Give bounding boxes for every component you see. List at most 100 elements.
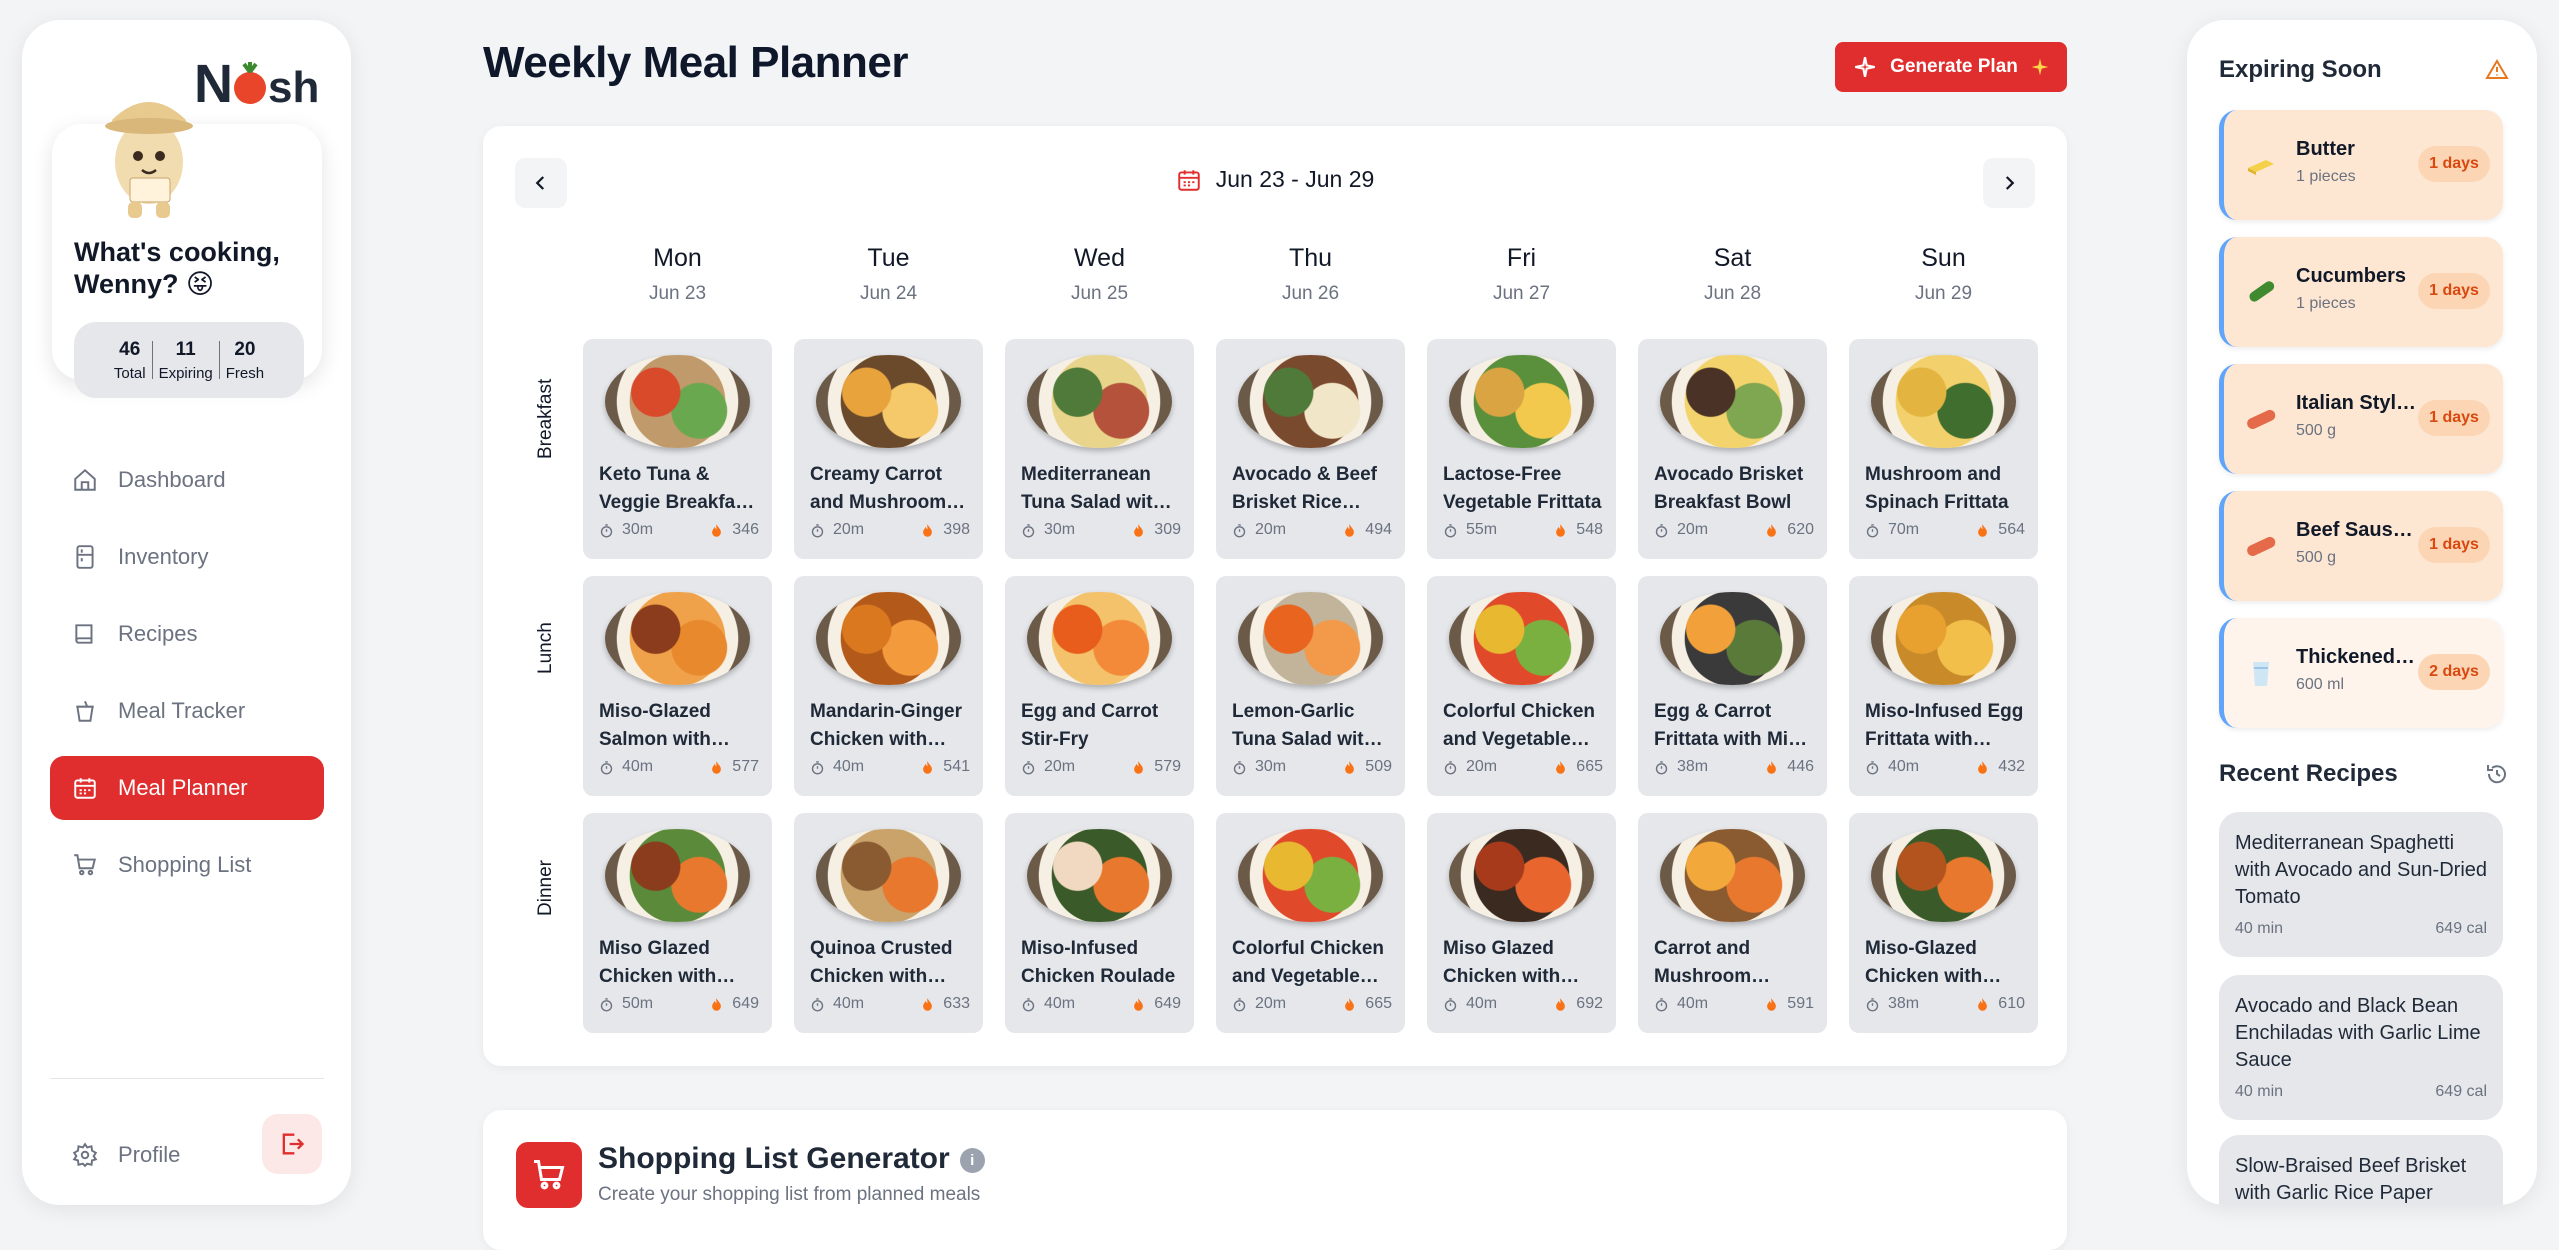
info-icon[interactable]: i (959, 1147, 985, 1173)
recent-recipe-card[interactable]: Avocado and Black Bean Enchiladas with G… (2219, 975, 2503, 1120)
calories-icon (1978, 997, 1988, 1011)
calories-icon (1556, 997, 1566, 1011)
meal-name: Miso-Infused Chicken Roulade (1021, 938, 1176, 987)
meal-card[interactable]: Mediterranean Tuna Salad with Avocado 30… (1005, 339, 1194, 559)
meal-meta: 38m 610 (1865, 995, 2025, 1013)
expiring-item[interactable]: Cucumbers 1 pieces 1 days (2219, 237, 2503, 347)
day-header-thu: Thu Jun 26 (1216, 244, 1405, 305)
meal-time: 40m (1865, 758, 1919, 776)
meal-card[interactable]: Lemon-Garlic Tuna Salad with Carrots 30m… (1216, 576, 1405, 796)
meal-card[interactable]: Miso-Infused Egg Frittata with Carrots 4… (1849, 576, 2038, 796)
svg-text:N: N (194, 54, 233, 114)
meal-time-value: 20m (1677, 521, 1709, 538)
timer-icon (811, 760, 824, 774)
meal-time-value: 30m (1255, 758, 1287, 775)
timer-icon (1655, 760, 1668, 774)
recipe-calories: 649 cal (2435, 920, 2487, 937)
right-panel: Expiring Soon Butter 1 pieces 1 days Cuc… (2187, 20, 2537, 1205)
book-icon (75, 624, 93, 644)
timer-icon (1233, 523, 1246, 537)
meal-card[interactable]: Carrot and Mushroom Frittata 40m 591 (1638, 813, 1827, 1033)
recipe-time: 40 min (2235, 920, 2284, 937)
meal-card[interactable]: Miso Glazed Chicken with Carrots 40m 692 (1427, 813, 1616, 1033)
chevron-right-icon (2005, 176, 2015, 190)
meal-card[interactable]: Egg and Carrot Stir-Fry 20m 579 (1005, 576, 1194, 796)
timer-icon (600, 997, 613, 1011)
meal-card[interactable]: Colorful Chicken and Vegetable Stir-Fry … (1427, 576, 1616, 796)
recipe-calories: 649 cal (2435, 1083, 2487, 1100)
meal-calories: 579 (1131, 758, 1181, 776)
shopping-title-text: Shopping List Generator (598, 1142, 950, 1175)
svg-text:sh: sh (268, 63, 319, 112)
meal-card[interactable]: Miso-Glazed Salmon with Carrot Puree 40m… (583, 576, 772, 796)
meal-photo (1027, 829, 1172, 922)
meal-calories: 577 (709, 758, 759, 776)
meal-time: 55m (1443, 521, 1497, 539)
meal-calories: 541 (920, 758, 970, 776)
meal-calories: 509 (1342, 758, 1392, 776)
nav-meal-tracker[interactable]: Meal Tracker (50, 679, 324, 743)
meal-calories: 432 (1975, 758, 2025, 776)
meal-card[interactable]: Avocado & Beef Brisket Rice Bowl 20m 494 (1216, 339, 1405, 559)
meal-calories-value: 309 (1154, 521, 1181, 538)
meal-card[interactable]: Quinoa Crusted Chicken with Carrots 40m … (794, 813, 983, 1033)
meal-card[interactable]: Mushroom and Spinach Frittata 70m 564 (1849, 339, 2038, 559)
logout-button[interactable] (262, 1114, 322, 1174)
meal-card[interactable]: Egg & Carrot Frittata with Miso Sauce 38… (1638, 576, 1827, 796)
meal-name: Quinoa Crusted Chicken with Carrots (810, 938, 953, 987)
nav-inventory[interactable]: Inventory (50, 525, 324, 589)
day-header-sun: Sun Jun 29 (1849, 244, 2038, 305)
expiring-item[interactable]: Thickened Cream 600 ml 2 days (2219, 618, 2503, 728)
nav-label: Inventory (118, 544, 209, 569)
day-name: Thu (1288, 244, 1333, 272)
meal-time-value: 40m (1677, 995, 1709, 1012)
meal-photo (816, 355, 961, 448)
meal-card[interactable]: Avocado Brisket Breakfast Bowl 20m 620 (1638, 339, 1827, 559)
meal-meta: 40m 633 (810, 995, 970, 1013)
timer-icon (1655, 997, 1668, 1011)
expiry-badge: 2 days (2418, 654, 2490, 690)
expiry-badge: 1 days (2418, 146, 2490, 182)
main-nav: Dashboard Inventory Recipes Meal Tracker… (50, 448, 324, 910)
recent-recipe-card[interactable]: Slow-Braised Beef Brisket with Garlic Ri… (2219, 1135, 2503, 1205)
expiring-item[interactable]: Beef Sausages 500 g 1 days (2219, 491, 2503, 601)
stat-value: 11 (175, 338, 196, 360)
meal-card[interactable]: Mandarin-Ginger Chicken with Carrots 40m… (794, 576, 983, 796)
meal-card[interactable]: Keto Tuna & Veggie Breakfast Bowl 30m 34… (583, 339, 772, 559)
recipe-title: Mediterranean Spaghetti with Avocado and… (2235, 832, 2488, 908)
meal-card[interactable]: Lactose-Free Vegetable Frittata 55m 548 (1427, 339, 1616, 559)
meal-card[interactable]: Miso-Glazed Chicken with Carrots 38m 610 (1849, 813, 2038, 1033)
expiring-item-quantity: 1 pieces (2296, 168, 2356, 185)
meal-meta: 40m 692 (1443, 995, 1603, 1013)
expiring-item[interactable]: Butter 1 pieces 1 days (2219, 110, 2503, 220)
stat-value: 20 (234, 338, 256, 360)
timer-icon (600, 523, 613, 537)
meal-name: Miso-Glazed Salmon with Carrot Puree (599, 701, 711, 750)
next-week-button[interactable] (1983, 158, 2035, 208)
stat-value: 46 (119, 338, 141, 360)
nav-recipes[interactable]: Recipes (50, 602, 324, 666)
meal-card[interactable]: Colorful Chicken and Vegetable Stir-Fry … (1216, 813, 1405, 1033)
meal-photo (1238, 829, 1383, 922)
timer-icon (1444, 760, 1457, 774)
expiring-item[interactable]: Italian Style Sausage 500 g 1 days (2219, 364, 2503, 474)
meal-name: Keto Tuna & Veggie Breakfast Bowl (599, 464, 753, 513)
timer-icon (600, 760, 613, 774)
calories-icon (1556, 523, 1566, 537)
nav-shopping-list[interactable]: Shopping List (50, 833, 324, 897)
nav-meal-planner[interactable]: Meal Planner (50, 756, 324, 820)
meal-card[interactable]: Creamy Carrot and Mushroom Frittata 20m … (794, 339, 983, 559)
calories-icon (1345, 760, 1355, 774)
recent-recipe-card[interactable]: Mediterranean Spaghetti with Avocado and… (2219, 812, 2503, 957)
profile-link[interactable]: Profile (72, 1142, 180, 1168)
meal-meta: 20m 665 (1232, 995, 1392, 1013)
shopping-cart-button[interactable] (516, 1142, 582, 1208)
meal-photo (1027, 355, 1172, 448)
meal-card[interactable]: Miso Glazed Chicken with Carrots 50m 649 (583, 813, 772, 1033)
nav-dashboard[interactable]: Dashboard (50, 448, 324, 512)
meal-card[interactable]: Miso-Infused Chicken Roulade 40m 649 (1005, 813, 1194, 1033)
meal-photo (1871, 592, 2016, 685)
stat-expiring: 11 Expiring (153, 339, 219, 382)
expiring-title: Expiring Soon (2219, 56, 2382, 83)
generate-plan-button[interactable]: Generate Plan (1835, 42, 2067, 92)
